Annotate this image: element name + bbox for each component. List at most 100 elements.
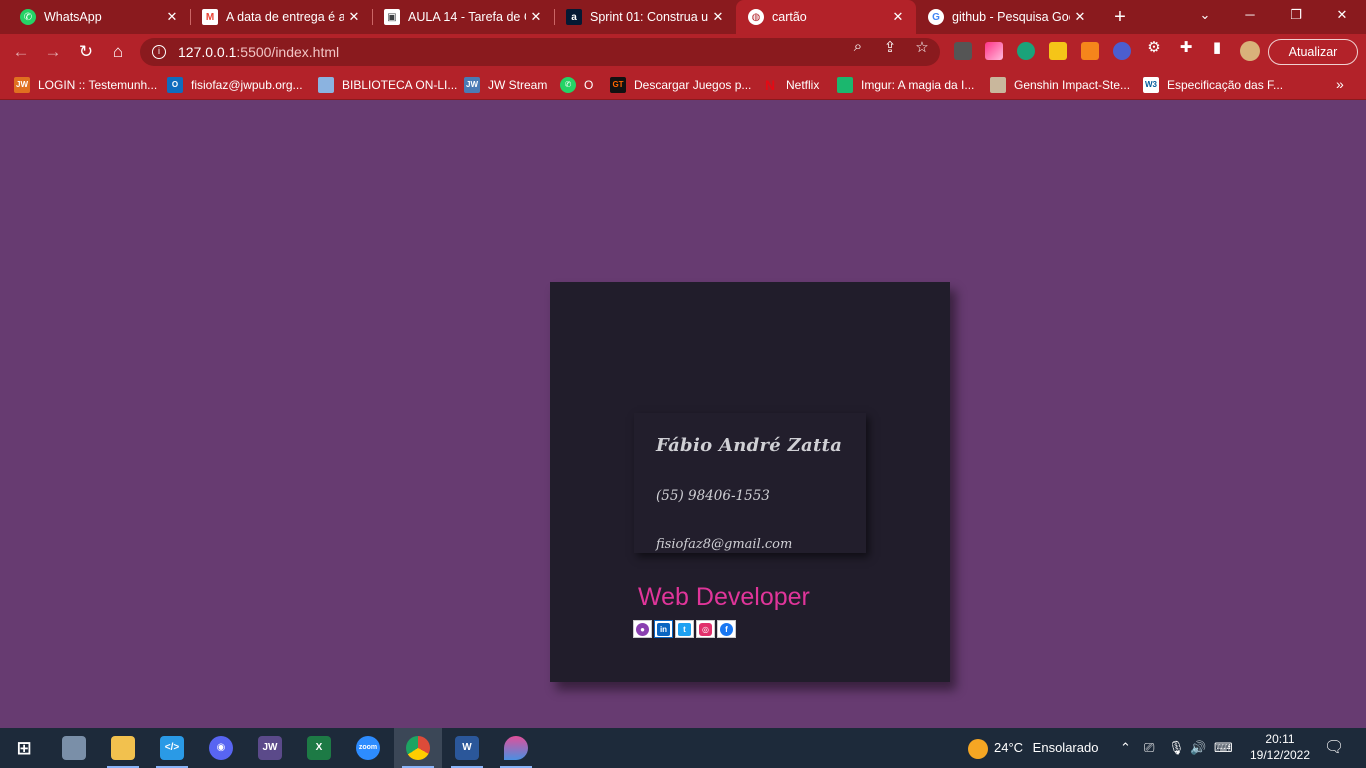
clock-time: 20:11 xyxy=(1265,732,1295,746)
taskbar-app[interactable]: W xyxy=(443,728,491,768)
weather-widget[interactable]: 24°C Ensolarado xyxy=(968,728,1098,768)
extension-bird-icon[interactable] xyxy=(1017,42,1035,60)
forward-arrow-icon[interactable]: → xyxy=(40,39,66,65)
discord-icon: ◉ xyxy=(209,736,233,760)
contact-info-box: Fábio André Zatta (55) 98406-1553 fisiof… xyxy=(634,413,866,553)
taskbar-app[interactable]: X xyxy=(295,728,343,768)
outlook-icon: O xyxy=(167,77,183,93)
taskbar-app[interactable] xyxy=(99,728,147,768)
close-window-button[interactable]: ✕ xyxy=(1320,0,1364,30)
update-button[interactable]: Atualizar xyxy=(1268,39,1358,65)
close-tab-icon[interactable]: ✕ xyxy=(162,9,182,25)
back-arrow-icon[interactable]: ← xyxy=(8,39,34,65)
minimize-button[interactable]: ─ xyxy=(1228,0,1272,30)
camera-icon[interactable]: ⎚ xyxy=(1144,728,1154,768)
github-link[interactable]: ● xyxy=(633,620,652,638)
new-tab-button[interactable]: + xyxy=(1108,4,1132,30)
bookmark-item[interactable]: JW LOGIN :: Testemunh... xyxy=(14,76,157,94)
url-path: :5500/index.html xyxy=(236,44,340,60)
zoom-icon[interactable]: ⌕ xyxy=(848,38,868,55)
tab-alura[interactable]: a Sprint 01: Construa u ✕ xyxy=(554,0,736,34)
facebook-icon: f xyxy=(720,622,733,636)
side-panel-icon[interactable]: ▮ xyxy=(1207,38,1227,56)
bookmark-item[interactable]: W3 Especificação das F... xyxy=(1143,76,1283,94)
bookmark-item[interactable]: GT Descargar Juegos p... xyxy=(610,76,751,94)
settings-gear-icon[interactable]: ⚙ xyxy=(1144,38,1164,56)
restore-button[interactable]: ❐ xyxy=(1274,0,1318,30)
reload-icon[interactable]: ↻ xyxy=(73,39,99,65)
chrome-icon xyxy=(406,736,430,760)
tab-cartao[interactable]: ◍ cartão ✕ xyxy=(736,0,916,34)
site-info-icon[interactable]: i xyxy=(152,45,166,59)
extensions-puzzle-icon[interactable]: ✚ xyxy=(1176,38,1196,56)
tab-search-chevron-icon[interactable]: ⌄ xyxy=(1183,0,1227,30)
instagram-link[interactable]: ◎ xyxy=(696,620,715,638)
close-tab-icon[interactable]: ✕ xyxy=(708,9,728,25)
alura-icon: a xyxy=(566,9,582,25)
gmail-icon: M xyxy=(202,9,218,25)
microphone-icon[interactable]: 🎙 xyxy=(1168,728,1185,768)
bookmark-item[interactable]: JW JW Stream xyxy=(464,76,547,94)
extension-chat-icon[interactable] xyxy=(1113,42,1131,60)
taskbar-app[interactable]: ◉ xyxy=(197,728,245,768)
netflix-icon: N xyxy=(764,77,776,93)
bookmarks-bar: JW LOGIN :: Testemunh... Ofisiofaz@jwpub.… xyxy=(0,70,1366,100)
facebook-link[interactable]: f xyxy=(717,620,736,638)
clock-date: 19/12/2022 xyxy=(1249,748,1311,762)
sun-icon xyxy=(968,738,988,759)
whatsapp-icon: ✆ xyxy=(560,77,576,93)
close-tab-icon[interactable]: ✕ xyxy=(526,9,546,25)
tab-gmail[interactable]: M A data de entrega é a ✕ xyxy=(190,0,372,34)
word-icon: W xyxy=(455,736,479,760)
tab-classroom[interactable]: ▣ AULA 14 - Tarefa de C ✕ xyxy=(372,0,554,34)
bookmark-item[interactable]: Genshin Impact-Ste... xyxy=(990,76,1130,94)
linkedin-link[interactable]: in xyxy=(654,620,673,638)
jw-library-icon: JW xyxy=(258,736,282,760)
taskbar-app[interactable] xyxy=(394,728,442,768)
bookmark-item[interactable]: Ofisiofaz@jwpub.org... xyxy=(167,76,303,94)
start-button[interactable]: ⊞ xyxy=(0,728,48,768)
extension-pink-icon[interactable] xyxy=(985,42,1003,60)
profile-avatar[interactable] xyxy=(1240,41,1260,61)
bookmark-star-icon[interactable]: ☆ xyxy=(912,38,932,56)
show-hidden-icons-chevron-icon[interactable]: ⌃ xyxy=(1120,728,1131,768)
bookmark-label: Netflix xyxy=(786,78,820,92)
close-tab-icon[interactable]: ✕ xyxy=(888,9,908,25)
share-icon[interactable]: ⇪ xyxy=(880,38,900,56)
volume-icon[interactable]: 🔊 xyxy=(1190,728,1206,768)
paint-icon xyxy=(504,736,528,760)
system-clock[interactable]: 20:11 19/12/2022 xyxy=(1244,731,1316,763)
bookmark-item[interactable]: ✆ O xyxy=(560,76,593,94)
taskbar-app[interactable]: JW xyxy=(246,728,294,768)
close-tab-icon[interactable]: ✕ xyxy=(344,9,364,25)
bookmark-label: O xyxy=(584,78,594,92)
tab-github-search[interactable]: G github - Pesquisa Goo ✕ xyxy=(916,0,1098,34)
notifications-icon[interactable]: 🗨 xyxy=(1324,728,1344,768)
keyboard-icon[interactable]: ⌨ xyxy=(1214,728,1233,768)
photos-icon xyxy=(62,736,86,760)
home-icon[interactable]: ⌂ xyxy=(105,39,131,65)
extension-imdb-icon[interactable] xyxy=(1049,42,1067,60)
imgur-icon xyxy=(837,77,853,93)
bookmark-item[interactable]: BIBLIOTECA ON-LI... xyxy=(318,76,457,94)
close-tab-icon[interactable]: ✕ xyxy=(1070,9,1090,25)
address-bar[interactable]: i 127.0.0.1:5500/index.html xyxy=(140,38,940,66)
tab-whatsapp[interactable]: ✆ WhatsApp ✕ xyxy=(8,0,190,34)
zoom-icon: zoom xyxy=(356,736,380,760)
taskbar-app[interactable] xyxy=(492,728,540,768)
w3c-icon: W3 xyxy=(1143,77,1159,93)
twitter-link[interactable]: t xyxy=(675,620,694,638)
taskbar-app[interactable] xyxy=(50,728,98,768)
bookmark-item[interactable]: Imgur: A magia da I... xyxy=(837,76,974,94)
weather-temp: 24°C xyxy=(994,740,1024,755)
taskbar-app[interactable]: zoom xyxy=(344,728,392,768)
file-explorer-icon xyxy=(111,736,135,760)
games-icon: GT xyxy=(610,77,626,93)
extension-pen-icon[interactable] xyxy=(954,42,972,60)
bookmark-item[interactable]: N Netflix xyxy=(762,76,819,94)
more-bookmarks-icon[interactable]: » xyxy=(1336,76,1344,92)
taskbar-app[interactable]: </> xyxy=(148,728,196,768)
metamask-icon[interactable] xyxy=(1081,42,1099,60)
whatsapp-icon: ✆ xyxy=(20,9,36,25)
browser-toolbar: ← → ↻ ⌂ i 127.0.0.1:5500/index.html ⌕ ⇪ … xyxy=(0,34,1366,70)
